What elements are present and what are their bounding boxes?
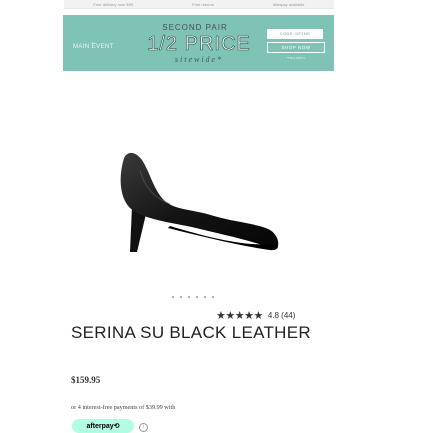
- info-icon[interactable]: i: [139, 423, 148, 432]
- promo-banner[interactable]: the MAIN EVENT SECOND PAIR 1/2 PRICE sit…: [63, 15, 334, 71]
- product-image[interactable]: [110, 148, 290, 258]
- shop-now-button[interactable]: SHOP NOW: [267, 42, 325, 53]
- carousel-dot[interactable]: [196, 296, 198, 298]
- carousel-dot[interactable]: [188, 296, 190, 298]
- installment-text: or 4 interest-free payments of $39.99 wi…: [71, 404, 176, 411]
- sitewide-text: sitewide*: [174, 55, 224, 64]
- carousel-dots[interactable]: [172, 296, 214, 298]
- terms-text: *T&Cs APPLY: [286, 56, 306, 60]
- main-event-text: MAIN EVENT: [73, 44, 114, 50]
- product-price: $159.95: [71, 375, 101, 385]
- shoe-body: [120, 152, 279, 249]
- half-price-text: 1/2 PRICE: [147, 33, 251, 56]
- carousel-dot[interactable]: [204, 296, 206, 298]
- carousel-dot[interactable]: [212, 296, 214, 298]
- product-title: SERINA SU BLACK LEATHER: [71, 323, 311, 342]
- top-strip-item: Free returns: [192, 1, 214, 7]
- top-strip-item: Afterpay available: [272, 1, 305, 7]
- promo-top-strip: Free delivery over $99 Free returns Afte…: [64, 0, 334, 9]
- carousel-dot[interactable]: [180, 296, 182, 298]
- main-event-logo: the MAIN EVENT: [73, 41, 114, 50]
- promo-code-badge: CODE: DF2ND: [267, 29, 323, 39]
- carousel-dot[interactable]: [172, 296, 174, 298]
- second-pair-text: SECOND PAIR: [162, 23, 228, 32]
- afterpay-badge[interactable]: afterpay⟲: [72, 419, 134, 433]
- top-strip-item: Free delivery over $99: [93, 1, 134, 7]
